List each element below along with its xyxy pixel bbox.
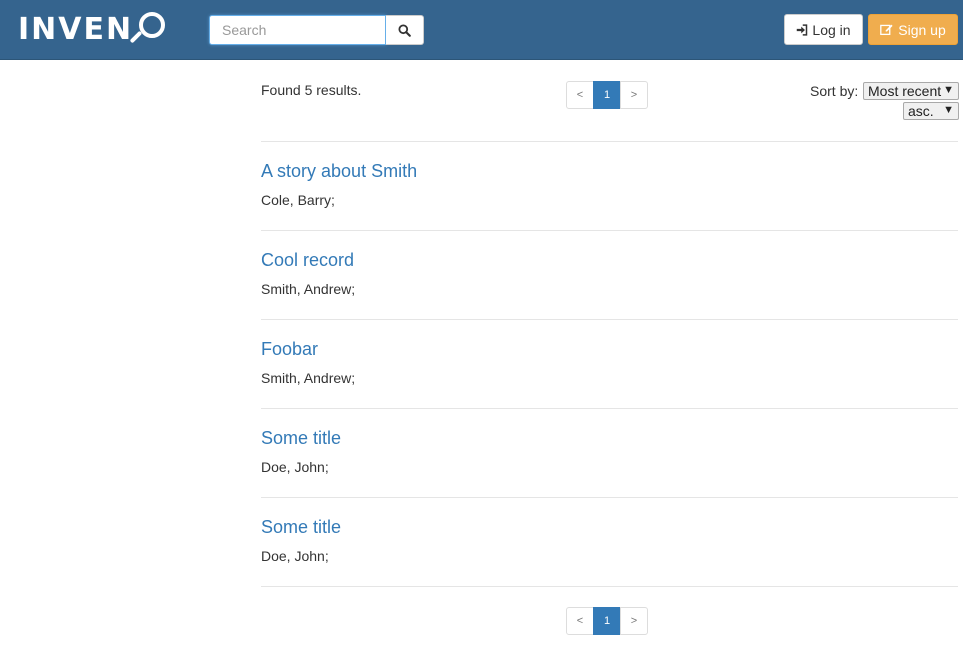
pagination-top: < 1 > [566, 81, 648, 109]
dropdown-arrow-icon: ▼ [943, 104, 954, 116]
record-authors: Smith, Andrew; [261, 370, 356, 386]
dropdown-arrow-icon: ▼ [943, 84, 954, 96]
signup-button[interactable]: Sign up [868, 14, 958, 45]
sort-label: Sort by: [810, 83, 859, 99]
record-authors: Smith, Andrew; [261, 281, 356, 297]
sort-order-value: asc. [908, 103, 934, 119]
search-icon [398, 23, 411, 37]
divider [261, 408, 958, 409]
record-authors: Doe, John; [261, 459, 329, 475]
sort-order-select[interactable]: asc. ▼ [903, 102, 959, 120]
pagination-page-1[interactable]: 1 [593, 81, 621, 109]
pagination-bottom: < 1 > [566, 607, 648, 635]
record-title[interactable]: A story about Smith [261, 160, 417, 182]
record-title[interactable]: Foobar [261, 338, 318, 360]
sort-by-select[interactable]: Most recent ▼ [863, 82, 959, 100]
edit-icon [880, 24, 893, 36]
record-title[interactable]: Some title [261, 516, 341, 538]
divider [261, 319, 958, 320]
record-authors: Cole, Barry; [261, 192, 335, 208]
pagination-next[interactable]: > [620, 81, 648, 109]
record-authors: Doe, John; [261, 548, 329, 564]
sort-by-value: Most recent [868, 83, 942, 99]
divider [261, 586, 958, 587]
pagination-prev[interactable]: < [566, 607, 594, 635]
search-input[interactable] [209, 15, 386, 45]
divider [261, 497, 958, 498]
navbar: INVEN Log in Sign up [0, 0, 963, 60]
magnifier-icon [129, 9, 173, 51]
divider [261, 230, 958, 231]
divider [261, 141, 958, 142]
login-button[interactable]: Log in [784, 14, 863, 45]
signup-label: Sign up [898, 21, 946, 38]
record-title[interactable]: Some title [261, 427, 341, 449]
results-count: Found 5 results. [261, 82, 362, 98]
invenio-logo[interactable]: INVEN [18, 9, 173, 51]
search-button[interactable] [386, 15, 424, 45]
logo-text: INVEN [18, 12, 134, 47]
pagination-prev[interactable]: < [566, 81, 594, 109]
record-title[interactable]: Cool record [261, 249, 354, 271]
sign-in-icon [797, 23, 808, 36]
pagination-next[interactable]: > [620, 607, 648, 635]
pagination-page-1[interactable]: 1 [593, 607, 621, 635]
login-label: Log in [812, 21, 851, 38]
